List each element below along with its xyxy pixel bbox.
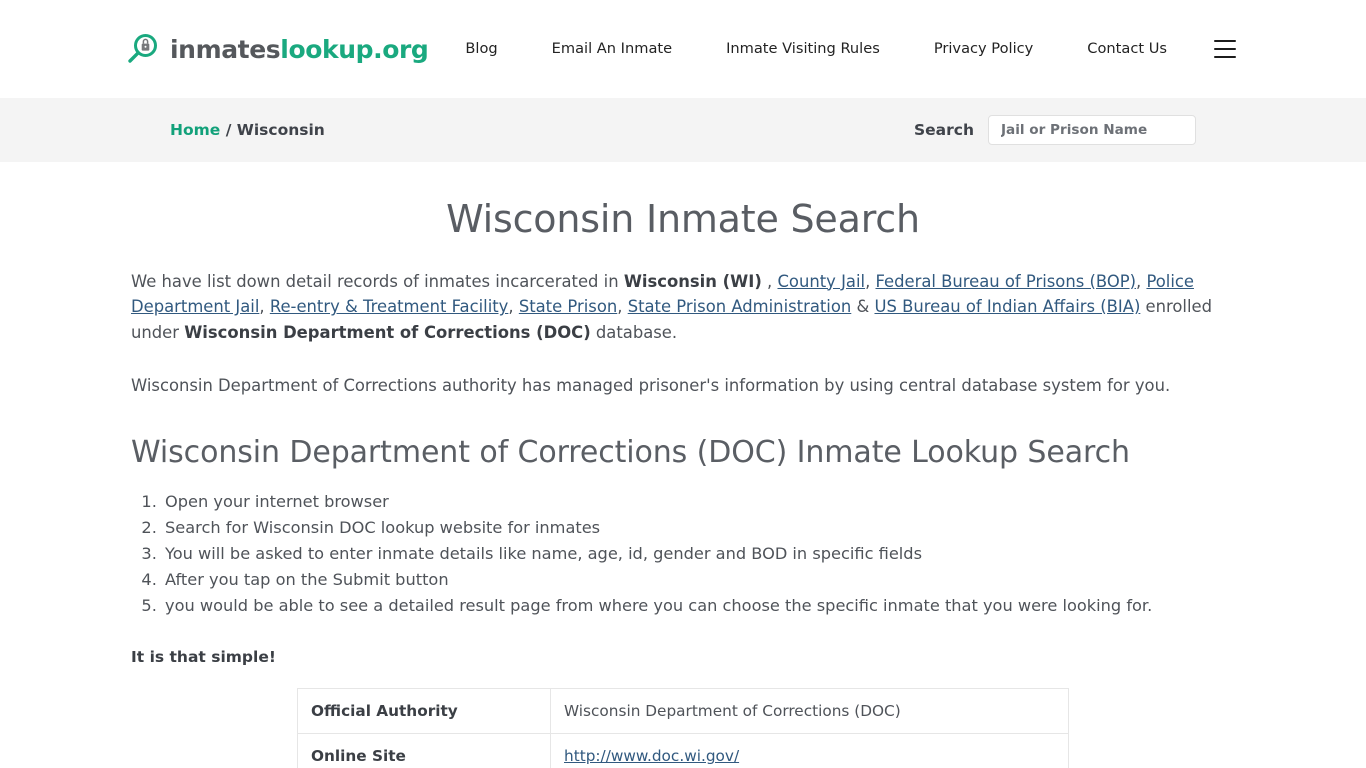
intro-paragraph: We have list down detail records of inma… (131, 271, 1213, 342)
breadcrumb: Home / Wisconsin (170, 121, 325, 139)
breadcrumb-bar: Home / Wisconsin Search (0, 98, 1366, 162)
logo-text-primary: inmates (170, 34, 281, 64)
site-header: inmateslookup.org Blog Email An Inmate I… (0, 0, 1366, 98)
table-row: Online Site http://www.doc.wi.gov/ (297, 733, 1069, 768)
link-us-bureau-of-indian-affairs[interactable]: US Bureau of Indian Affairs (BIA) (874, 297, 1140, 316)
list-item: Open your internet browser (162, 489, 1235, 515)
table-cell-value: http://www.doc.wi.gov/ (550, 733, 1069, 768)
authority-info-table: Official Authority Wisconsin Department … (297, 688, 1069, 768)
list-item: After you tap on the Submit button (162, 567, 1235, 593)
simple-note: It is that simple! (131, 648, 276, 667)
secondary-paragraph: Wisconsin Department of Corrections auth… (131, 376, 1171, 396)
header-search: Search (914, 115, 1196, 145)
intro-separator: , (761, 271, 778, 291)
nav-item-email-an-inmate[interactable]: Email An Inmate (525, 41, 699, 57)
nav-item-contact-us[interactable]: Contact Us (1060, 41, 1194, 57)
nav-item-privacy-policy[interactable]: Privacy Policy (907, 41, 1060, 57)
steps-list: Open your internet browser Search for Wi… (131, 489, 1235, 618)
site-logo[interactable]: inmateslookup.org (125, 32, 429, 66)
search-label: Search (913, 121, 974, 139)
search-input[interactable] (988, 115, 1196, 145)
online-site-link[interactable]: http://www.doc.wi.gov/ (564, 747, 739, 765)
list-item: You will be asked to enter inmate detail… (162, 541, 1235, 567)
link-reentry-treatment-facility[interactable]: Re-entry & Treatment Facility (270, 297, 509, 316)
table-cell-key: Online Site (297, 733, 551, 768)
magnifier-lock-icon (125, 32, 159, 66)
link-state-prison[interactable]: State Prison (519, 297, 617, 316)
intro-lead: We have list down detail records of inma… (131, 271, 624, 291)
site-logo-text: inmateslookup.org (170, 34, 429, 64)
breadcrumb-separator: / (220, 121, 237, 139)
hamburger-bar (1214, 56, 1236, 58)
page-title: Wisconsin Inmate Search (446, 197, 920, 241)
primary-navigation: Blog Email An Inmate Inmate Visiting Rul… (465, 40, 1236, 58)
nav-item-blog[interactable]: Blog (465, 41, 524, 57)
table-row: Official Authority Wisconsin Department … (297, 688, 1069, 735)
section-title: Wisconsin Department of Corrections (DOC… (131, 434, 1130, 470)
intro-tail-text: database. (590, 322, 678, 342)
link-state-prison-administration[interactable]: State Prison Administration (628, 297, 852, 316)
main-content: Wisconsin Inmate Search We have list dow… (0, 197, 1366, 768)
link-federal-bureau-of-prisons[interactable]: Federal Bureau of Prisons (BOP) (875, 272, 1136, 291)
breadcrumb-current: Wisconsin (236, 121, 325, 139)
list-item: Search for Wisconsin DOC lookup website … (162, 515, 1235, 541)
hamburger-bar (1214, 48, 1236, 50)
intro-state: Wisconsin (WI) (623, 271, 762, 291)
hamburger-icon[interactable] (1214, 40, 1236, 58)
table-cell-value: Wisconsin Department of Corrections (DOC… (550, 688, 1069, 735)
logo-text-accent: lookup.org (280, 34, 429, 64)
intro-authority: Wisconsin Department of Corrections (DOC… (184, 322, 591, 342)
list-item: you would be able to see a detailed resu… (162, 593, 1235, 619)
table-cell-key: Official Authority (297, 688, 551, 735)
hamburger-bar (1214, 40, 1236, 42)
link-county-jail[interactable]: County Jail (777, 272, 865, 291)
breadcrumb-home-link[interactable]: Home (170, 121, 220, 139)
nav-item-inmate-visiting-rules[interactable]: Inmate Visiting Rules (699, 41, 907, 57)
